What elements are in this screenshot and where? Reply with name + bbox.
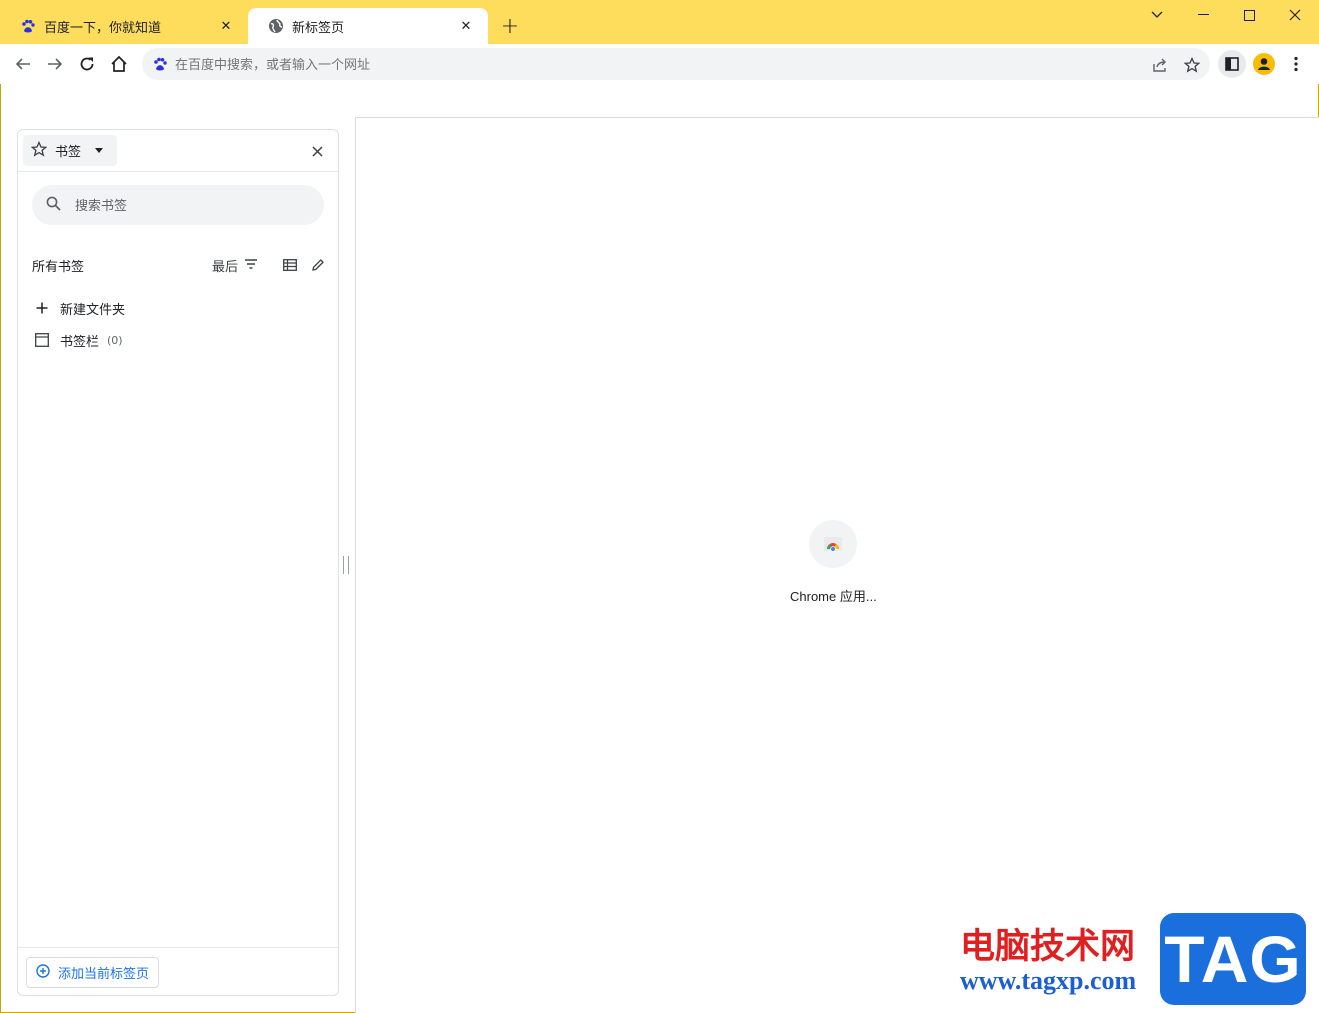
share-icon[interactable] [1149, 54, 1171, 76]
tab-search-chevron-icon[interactable] [1134, 0, 1180, 30]
edit-pencil-icon[interactable] [308, 255, 328, 275]
bookmarks-bar-label: 书签栏 [60, 334, 100, 350]
reload-icon[interactable] [73, 50, 101, 78]
add-circle-icon [36, 963, 50, 982]
caret-down-icon [95, 146, 104, 156]
new-tab-button[interactable]: + [498, 14, 522, 39]
folder-icon [32, 330, 52, 350]
selector-label: 书签 [55, 145, 82, 160]
side-panel-icon[interactable] [1218, 50, 1246, 78]
chrome-apps-icon [809, 520, 858, 568]
tab-title: 百度一下，你就知道 [44, 20, 162, 36]
all-bookmarks-label: 所有书签 [32, 259, 85, 275]
tab-baidu[interactable]: 百度一下，你就知道 ✕ [0, 8, 248, 44]
home-icon[interactable] [105, 50, 133, 78]
toolbar [0, 44, 1319, 84]
star-icon [30, 140, 48, 161]
bookmark-search-input[interactable] [75, 197, 295, 213]
add-current-tab-label: 添加当前标签页 [58, 967, 150, 982]
tab-close-icon[interactable]: ✕ [216, 16, 236, 36]
address-input[interactable] [175, 56, 1075, 72]
watermark-site-name: 电脑技术网 [960, 927, 1136, 966]
bookmarks-bar-folder[interactable]: 书签栏 (0) [32, 328, 123, 352]
watermark-tag-logo: TAG [1160, 913, 1306, 1005]
address-bar[interactable] [142, 48, 1210, 80]
back-arrow-icon[interactable] [9, 50, 37, 78]
sort-button[interactable]: 最后 [212, 256, 258, 275]
shortcut-label: Chrome 应用... [790, 589, 877, 604]
minimize-icon[interactable] [1180, 0, 1226, 30]
new-tab-page: Chrome 应用... [355, 117, 1319, 1013]
bookmark-star-icon[interactable] [1181, 54, 1203, 76]
new-folder-item[interactable]: 新建文件夹 [32, 296, 125, 320]
profile-avatar-icon[interactable] [1250, 50, 1278, 78]
bookmarks-list-header: 所有书签 最后 [32, 254, 328, 276]
tab-title: 新标签页 [292, 20, 345, 36]
window-close-icon[interactable] [1272, 0, 1318, 30]
sort-label: 最后 [211, 259, 238, 275]
globe-icon [268, 18, 284, 34]
baidu-paw-icon [151, 55, 169, 73]
sort-filter-icon [244, 258, 258, 273]
shortcut-tile[interactable]: Chrome 应用... [790, 520, 877, 605]
add-current-tab-button[interactable]: 添加当前标签页 [26, 957, 159, 988]
watermark-url: www.tagxp.com [960, 966, 1137, 995]
view-list-icon[interactable] [280, 255, 300, 275]
side-panel-resize-handle[interactable] [343, 556, 349, 574]
menu-more-icon[interactable] [1282, 50, 1310, 78]
side-panel-header: 书签 [18, 130, 338, 172]
bookmarks-side-panel: 书签 所有书签 最后 新建文 [17, 129, 339, 996]
maximize-icon[interactable] [1226, 0, 1272, 30]
plus-icon [32, 298, 52, 318]
side-panel-selector[interactable]: 书签 [23, 135, 117, 166]
tab-new-tab-page[interactable]: 新标签页 ✕ [248, 8, 488, 44]
side-panel-close-icon[interactable] [306, 140, 328, 162]
side-panel-footer: 添加当前标签页 [18, 947, 338, 995]
tab-close-icon[interactable]: ✕ [456, 16, 476, 36]
search-icon [46, 196, 61, 215]
bookmark-search-box[interactable] [32, 185, 324, 225]
forward-arrow-icon[interactable] [41, 50, 69, 78]
baidu-paw-icon [20, 18, 36, 34]
tab-strip: 百度一下，你就知道 ✕ 新标签页 ✕ + [0, 0, 1319, 44]
bookmarks-bar-count: (0) [107, 333, 123, 347]
new-folder-label: 新建文件夹 [60, 302, 126, 318]
